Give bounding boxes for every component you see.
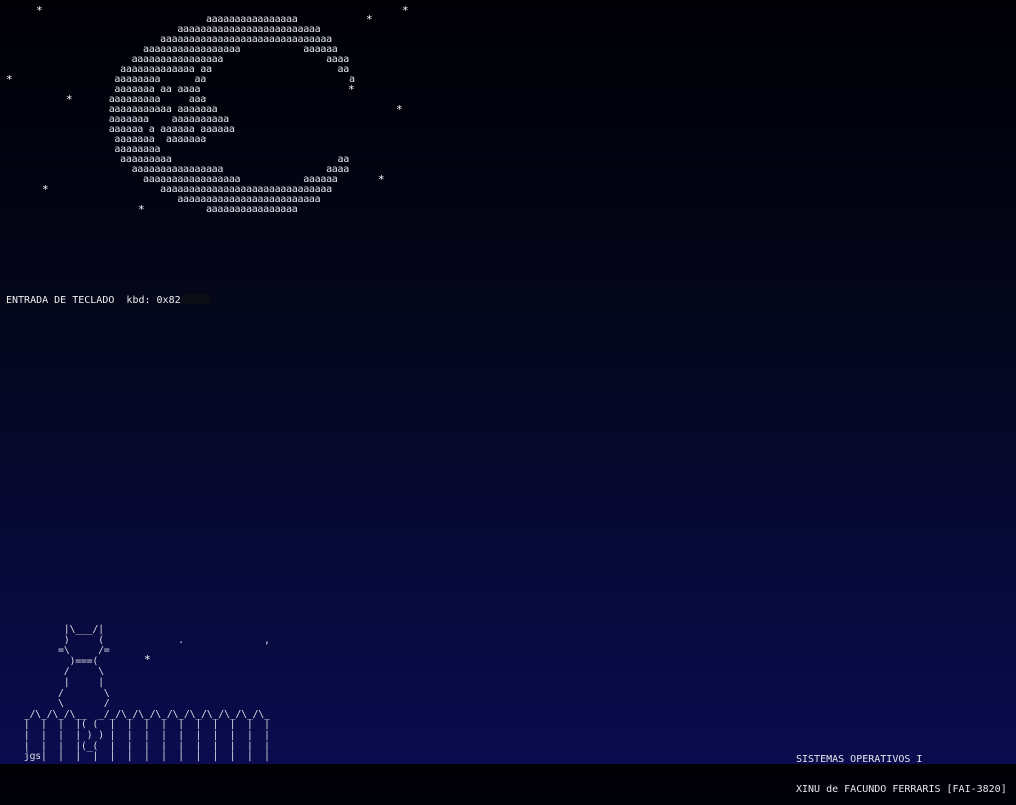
keyboard-scancode-value: kbd: 0x82 [126,295,181,306]
star-icon: * [396,103,403,116]
keyboard-input-label: ENTRADA DE TECLADO [6,295,115,306]
xinu-console-screen: { "stars": ["*", "*", "*", "*", "*", "*"… [0,0,1016,795]
text-cursor [180,294,210,304]
star-icon: * [402,4,409,17]
star-icon: * [366,13,373,26]
ascii-moon-art: aaaaaaaaaaaaaaaa aaaaaaaaaaaaaaaaaaaaaaa… [108,14,355,215]
star-icon: * [378,173,385,186]
credits-block: SISTEMAS OPERATIVOS I XINU de FACUNDO FE… [796,735,1007,805]
keyboard-input-status: ENTRADA DE TECLADO kbd: 0x82 [6,294,210,307]
author-credit: XINU de FACUNDO FERRARIS [FAI-3820] [796,784,1007,795]
ascii-cat-fence-art: |\___/| ) ( . , =\ /= )===( / \ | | / \ … [23,624,270,763]
